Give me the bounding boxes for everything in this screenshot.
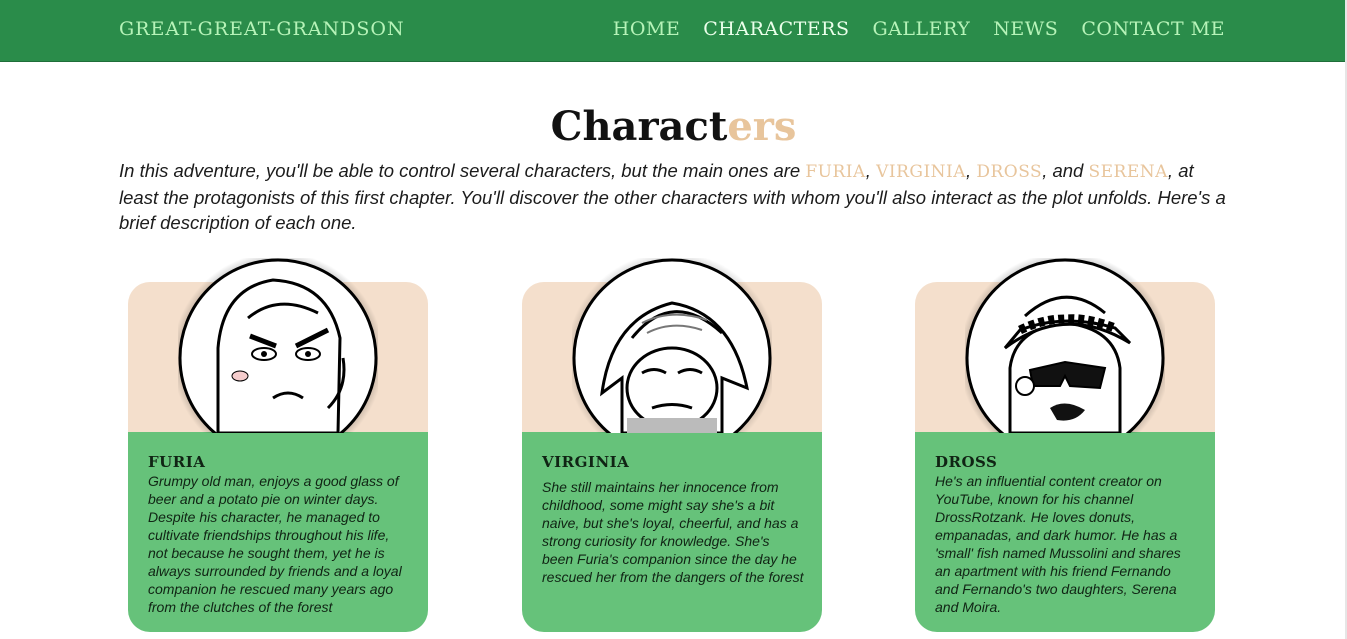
intro-sep: , [966, 160, 977, 181]
character-card-virginia[interactable]: Virginia She still maintains her innocen… [522, 258, 822, 632]
intro-name-dross: Dross [976, 162, 1043, 182]
intro-sep: , and [1042, 160, 1089, 181]
page-title-tail: ers [727, 103, 797, 150]
nav-news[interactable]: News [993, 17, 1058, 41]
card-name: Dross [935, 453, 998, 471]
intro-sep: , [865, 160, 877, 181]
intro-text: In this adventure, you'll be able to con… [119, 158, 1229, 235]
nav-contact[interactable]: Contact me [1081, 17, 1225, 41]
card-description: He's an influential content creator on Y… [935, 473, 1181, 615]
page-title: Characters [0, 100, 1347, 154]
site-brand-link[interactable]: Great-Great-Grandson [119, 17, 405, 41]
page-title-head: Charact [550, 103, 728, 150]
card-name: Furia [148, 453, 206, 471]
card-description: Grumpy old man, enjoys a good glass of b… [148, 473, 402, 615]
nav-home[interactable]: Home [613, 17, 680, 41]
dross-portrait [965, 258, 1165, 433]
intro-name-furia: Furia [805, 162, 866, 182]
main-nav: Home Characters Gallery News Contact me [613, 17, 1225, 41]
intro-name-virginia: Virginia [876, 162, 967, 182]
furia-portrait [178, 258, 378, 433]
intro-part1: In this adventure, you'll be able to con… [119, 160, 806, 181]
card-name: Virginia [542, 453, 630, 471]
virginia-portrait [572, 258, 772, 433]
nav-gallery[interactable]: Gallery [873, 17, 971, 41]
character-card-furia[interactable]: Furia Grumpy old man, enjoys a good glas… [128, 258, 428, 632]
character-card-dross[interactable]: Dross He's an influential content creato… [915, 258, 1215, 632]
top-nav-bar: Great-Great-Grandson Home Characters Gal… [0, 0, 1347, 62]
card-description: She still maintains her innocence from c… [542, 479, 804, 585]
intro-name-serena: Serena [1088, 162, 1168, 182]
nav-characters[interactable]: Characters [703, 17, 849, 41]
